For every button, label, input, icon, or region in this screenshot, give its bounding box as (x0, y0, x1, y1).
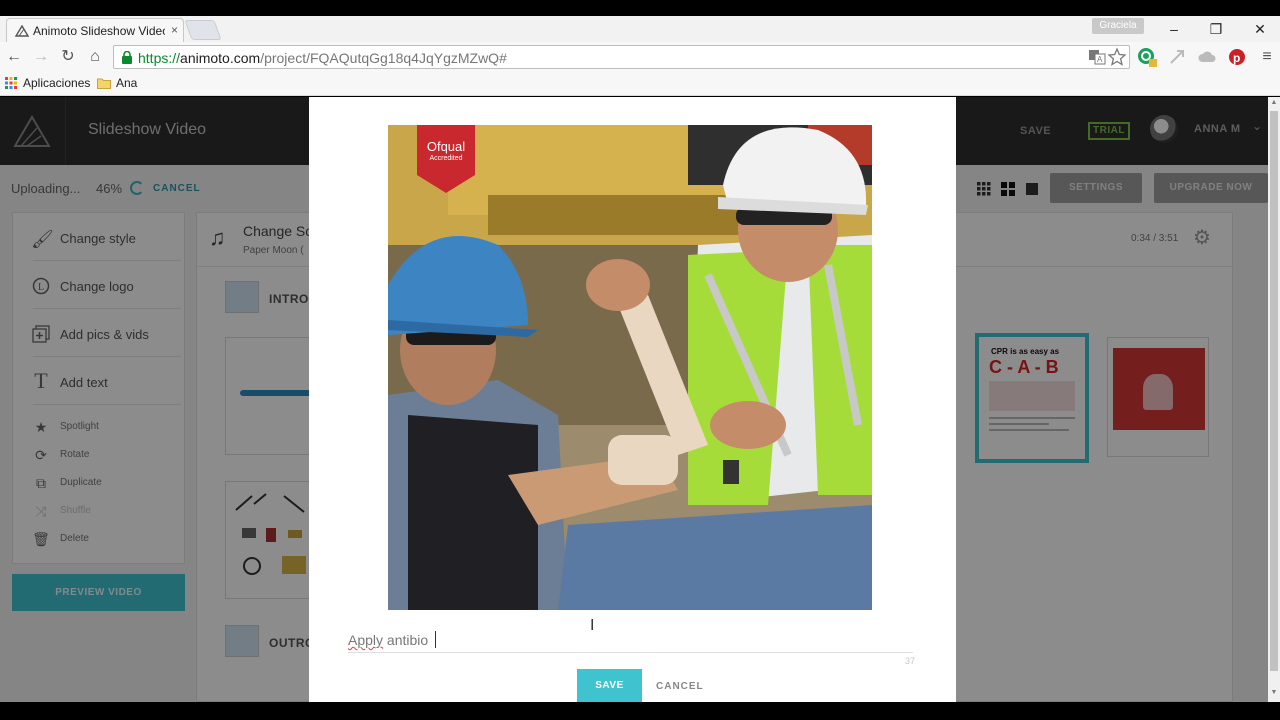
maximize-icon[interactable]: ❐ (1206, 20, 1226, 38)
close-window-icon[interactable]: ✕ (1250, 20, 1270, 38)
caption-save-button[interactable]: SAVE (577, 669, 642, 702)
address-bar[interactable]: https://animoto.com/project/FQAQutqGg18q… (113, 45, 1130, 69)
minimize-icon[interactable]: – (1164, 20, 1184, 38)
scroll-down-icon[interactable]: ▼ (1270, 689, 1278, 696)
bottom-border (0, 702, 1280, 720)
translate-icon[interactable]: A (1087, 47, 1107, 67)
cloud-icon[interactable] (1197, 47, 1217, 67)
badge-subtitle: Accredited (429, 155, 463, 162)
first-aid-photo (388, 125, 872, 610)
reload-icon[interactable]: ↻ (59, 48, 77, 66)
browser-toolbar: ← → ↻ ⌂ https://animoto.com/project/FQAQ… (0, 42, 1280, 72)
home-icon[interactable]: ⌂ (86, 48, 104, 66)
screen: Animoto Slideshow Video × Graciela – ❐ ✕… (0, 0, 1280, 720)
bookmarks-bar: Aplicaciones Ana (0, 72, 1280, 96)
svg-text:p: p (1233, 51, 1240, 65)
tab-close-icon[interactable]: × (171, 23, 178, 37)
character-count: 37 (905, 656, 916, 666)
extension-icon[interactable] (1167, 47, 1187, 67)
bookmark-folder-ana[interactable]: Ana (116, 76, 137, 90)
animoto-favicon-icon (15, 25, 29, 37)
pinterest-icon[interactable]: p (1227, 47, 1247, 67)
badge-title: Ofqual (426, 139, 466, 154)
caption-modal: Ofqual Accredited Apply antibio 37 I SAV… (309, 97, 956, 702)
tab-title: Animoto Slideshow Video (33, 24, 165, 38)
svg-text:A: A (1097, 55, 1103, 64)
profile-chip[interactable]: Graciela (1092, 18, 1144, 34)
page-scrollbar[interactable]: ▲ ▼ (1268, 97, 1280, 702)
caption-input[interactable] (348, 627, 913, 653)
browser-tab[interactable]: Animoto Slideshow Video × (6, 18, 184, 42)
star-icon[interactable] (1107, 47, 1127, 67)
forward-arrow-icon[interactable]: → (32, 48, 50, 66)
scroll-up-icon[interactable]: ▲ (1270, 99, 1278, 106)
caption-text: Apply antibio (348, 632, 429, 648)
back-arrow-icon[interactable]: ← (5, 48, 23, 66)
menu-icon[interactable]: ≡ (1258, 48, 1276, 66)
folder-icon (97, 78, 111, 89)
caption-cancel-button[interactable]: CANCEL (656, 681, 704, 692)
apps-grid-icon (5, 77, 17, 89)
grammarly-icon[interactable] (1137, 47, 1157, 67)
browser-tab-bar: Animoto Slideshow Video × Graciela – ❐ ✕ (0, 16, 1280, 42)
scrollbar-thumb[interactable] (1270, 111, 1278, 671)
url-text: https://animoto.com/project/FQAQutqGg18q… (138, 50, 507, 66)
text-cursor-icon: I (590, 617, 595, 634)
slide-photo: Ofqual Accredited (388, 125, 872, 610)
text-caret (435, 631, 436, 648)
bookmark-apps[interactable]: Aplicaciones (23, 76, 90, 90)
new-tab-button[interactable] (184, 20, 222, 40)
lock-icon (122, 51, 132, 64)
top-border (0, 0, 1280, 16)
